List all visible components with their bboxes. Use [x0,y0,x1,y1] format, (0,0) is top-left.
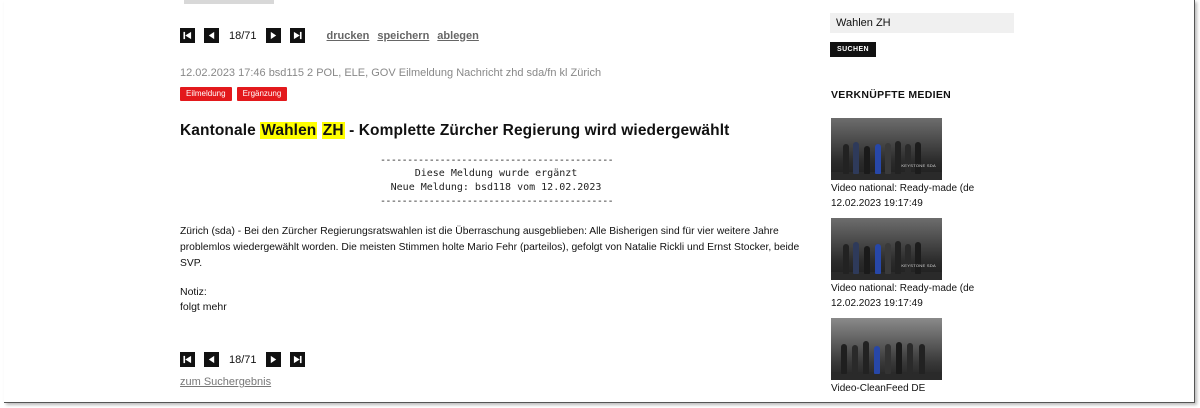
last-page-button[interactable] [289,28,305,43]
headline-part2: - Komplette Zürcher Regierung wird wiede… [344,122,730,139]
video-thumbnail[interactable]: KEYSTONE SDA [831,118,942,180]
video-thumbnail[interactable] [831,318,942,380]
next-icon [270,355,276,364]
article-headline: Kantonale Wahlen ZH - Komplette Zürcher … [180,122,729,140]
linked-media-title: VERKNÜPFTE MEDIEN [831,89,952,101]
pager-top: 18/71 drucken speichern ablegen [180,28,487,43]
headline-part1: Kantonale [180,122,261,139]
first-page-button-bottom[interactable] [180,352,195,367]
article-note: Notiz: folgt mehr [180,285,227,315]
search-button[interactable]: SUCHEN [830,42,876,57]
notice-rule-top: ----------------------------------------… [380,155,612,166]
previous-page-button-bottom[interactable] [204,352,219,367]
last-page-icon [293,31,302,40]
headline-highlight-wahlen: Wahlen [260,122,318,139]
note-label: Notiz: [180,286,207,298]
thumbnail-logo: KEYSTONE SDA [901,163,936,168]
last-page-button-bottom[interactable] [289,352,305,367]
headline-highlight-zh: ZH [321,122,345,139]
media-date: 12.02.2023 19:17:49 [831,198,923,209]
next-page-button-bottom[interactable] [265,352,281,367]
notice-line2: Neue Meldung: bsd118 vom 12.02.2023 [390,182,602,193]
article-body: Zürich (sda) - Bei den Zürcher Regierung… [180,226,800,269]
file-link[interactable]: ablegen [437,30,479,42]
notice-rule-bottom: ----------------------------------------… [380,196,612,207]
thumbnail-logo: KEYSTONE SDA [901,263,936,268]
first-page-icon [183,31,192,40]
search-input[interactable] [830,13,1014,33]
media-caption: Video national: Ready-made (de [831,183,975,194]
tag-eilmeldung: Eilmeldung [180,87,232,101]
note-text: folgt mehr [180,301,227,313]
article-tags: Eilmeldung Ergänzung [180,87,292,101]
next-icon [270,31,276,40]
first-page-button[interactable] [180,28,195,43]
media-caption: Video-CleanFeed DE [831,383,926,394]
tag-ergaenzung: Ergänzung [236,87,288,101]
page-counter: 18/71 [229,29,257,42]
media-date: 12.02.2023 19:17:49 [831,298,923,309]
media-item[interactable]: KEYSTONE SDA Video national: Ready-made … [831,118,1011,212]
last-page-icon [293,355,302,364]
top-scroll-remnant [184,0,274,4]
next-page-button[interactable] [265,28,281,43]
save-link[interactable]: speichern [377,30,429,42]
article-meta: 12.02.2023 17:46 bsd115 2 POL, ELE, GOV … [180,67,602,79]
page-frame: 18/71 drucken speichern ablegen 12.02.20… [4,0,1195,403]
back-to-results-link[interactable]: zum Suchergebnis [180,376,271,388]
update-notice: ----------------------------------------… [380,154,612,208]
previous-page-button[interactable] [204,28,219,43]
media-item[interactable]: Video-CleanFeed DE [831,318,1011,397]
media-caption: Video national: Ready-made (de [831,283,975,294]
pager-bottom: 18/71 [180,352,305,367]
previous-icon [208,31,215,40]
first-page-icon [183,355,192,364]
page-counter-bottom: 18/71 [229,353,257,366]
media-item[interactable]: KEYSTONE SDA Video national: Ready-made … [831,218,1011,312]
notice-line1: Diese Meldung wurde ergänzt [414,168,578,179]
print-link[interactable]: drucken [327,30,370,42]
previous-icon [208,355,215,364]
article-actions: drucken speichern ablegen [327,30,487,42]
video-thumbnail[interactable]: KEYSTONE SDA [831,218,942,280]
